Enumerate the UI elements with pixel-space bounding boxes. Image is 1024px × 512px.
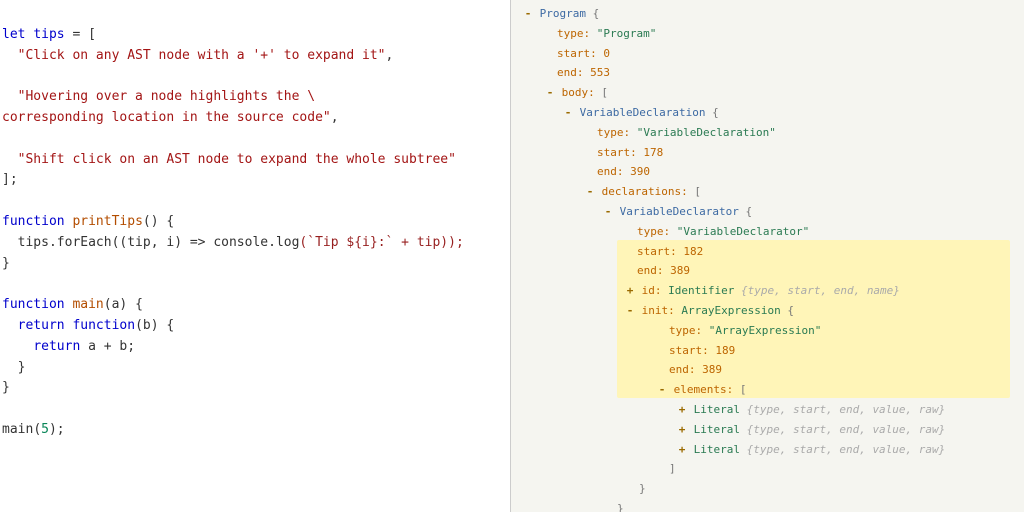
- code-editor-pane[interactable]: let tips = [ "Click on any AST node with…: [0, 0, 510, 512]
- equals-arr-open: = [: [65, 27, 96, 42]
- array-close: ];: [2, 172, 18, 187]
- string-literal-3: "Shift click on an AST node to expand th…: [18, 152, 456, 167]
- ast-tree-pane[interactable]: - Program { type: "Program" start: 0 end…: [510, 0, 1024, 512]
- node-literal[interactable]: Literal: [694, 403, 740, 416]
- toggle-collapse-icon[interactable]: -: [545, 83, 555, 103]
- node-program[interactable]: Program: [540, 7, 586, 20]
- toggle-collapse-icon[interactable]: -: [657, 380, 667, 400]
- toggle-collapse-icon[interactable]: -: [563, 103, 573, 123]
- node-literal[interactable]: Literal: [694, 423, 740, 436]
- node-variabledeclaration[interactable]: VariableDeclaration: [580, 106, 706, 119]
- node-variabledeclarator[interactable]: VariableDeclarator: [620, 205, 739, 218]
- toggle-collapse-icon[interactable]: -: [625, 301, 635, 321]
- toggle-expand-icon[interactable]: +: [677, 400, 687, 420]
- keyword-let: let: [2, 27, 25, 42]
- string-literal-2a: "Hovering over a node highlights the \: [18, 89, 315, 104]
- toggle-expand-icon[interactable]: +: [677, 440, 687, 460]
- var-tips: tips: [33, 27, 64, 42]
- string-literal-2b: corresponding location in the source cod…: [2, 110, 331, 125]
- toggle-collapse-icon[interactable]: -: [603, 202, 613, 222]
- string-literal-1: "Click on any AST node with a '+' to exp…: [18, 48, 386, 63]
- fn-main: main: [72, 297, 103, 312]
- toggle-collapse-icon[interactable]: -: [523, 4, 533, 24]
- toggle-expand-icon[interactable]: +: [677, 420, 687, 440]
- node-arrayexpression[interactable]: ArrayExpression: [681, 304, 780, 317]
- toggle-collapse-icon[interactable]: -: [585, 182, 595, 202]
- fn-printTips: printTips: [72, 214, 142, 229]
- toggle-expand-icon[interactable]: +: [625, 281, 635, 301]
- node-literal[interactable]: Literal: [694, 443, 740, 456]
